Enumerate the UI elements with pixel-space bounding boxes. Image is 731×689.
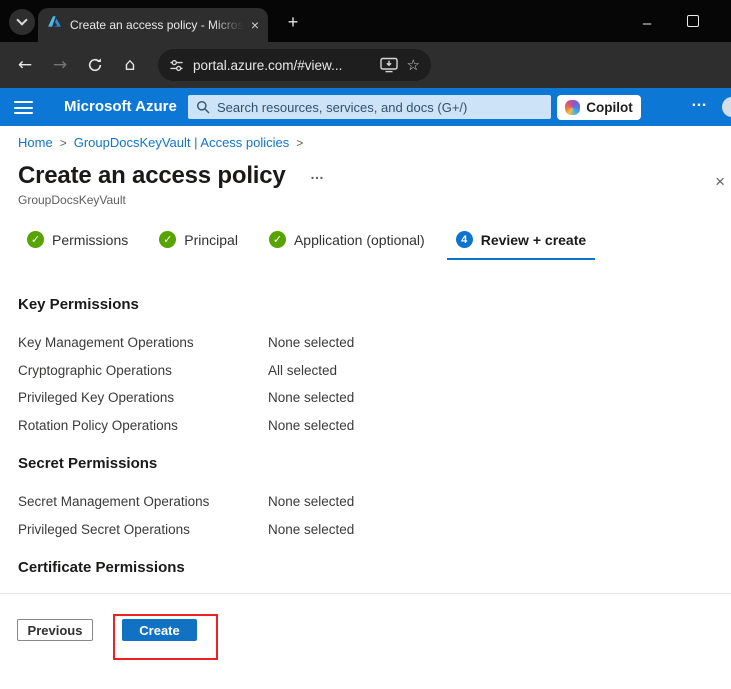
- refresh-icon: [87, 57, 103, 73]
- create-button[interactable]: Create: [122, 619, 197, 641]
- previous-button[interactable]: Previous: [17, 619, 93, 641]
- install-app-icon[interactable]: [380, 57, 398, 73]
- step-complete-icon: ✓: [159, 231, 176, 248]
- tab-permissions[interactable]: ✓ Permissions: [18, 231, 137, 260]
- copilot-button[interactable]: Copilot: [557, 95, 641, 120]
- table-row: Privileged Key Operations None selected: [0, 384, 731, 412]
- tab-review-create[interactable]: 4 Review + create: [447, 231, 595, 260]
- row-value: All selected: [268, 363, 337, 378]
- breadcrumb-home-link[interactable]: Home: [18, 135, 53, 150]
- tab-label: Review + create: [481, 232, 586, 248]
- step-complete-icon: ✓: [269, 231, 286, 248]
- refresh-button[interactable]: [83, 53, 107, 77]
- row-label: Privileged Key Operations: [18, 390, 268, 405]
- browser-tab-strip: Create an access policy - Micros × + –: [0, 0, 731, 42]
- wizard-footer: Previous Create: [17, 619, 731, 641]
- tab-principal[interactable]: ✓ Principal: [150, 231, 247, 260]
- azure-portal-header: Microsoft Azure Copilot …: [0, 88, 731, 126]
- home-button[interactable]: ⌂: [118, 53, 142, 77]
- section-heading-key-permissions: Key Permissions: [18, 296, 731, 313]
- chevron-down-icon: [16, 14, 27, 25]
- copilot-icon: [565, 100, 580, 115]
- table-row: Privileged Secret Operations None select…: [0, 516, 731, 544]
- row-label: Cryptographic Operations: [18, 363, 268, 378]
- table-row: Cryptographic Operations All selected: [0, 357, 731, 385]
- row-value: None selected: [268, 494, 354, 509]
- step-number-badge: 4: [456, 231, 473, 248]
- blade-content: Home > GroupDocsKeyVault | Access polici…: [0, 126, 731, 689]
- new-tab-button[interactable]: +: [280, 9, 306, 35]
- window-maximize-button[interactable]: [687, 15, 699, 27]
- step-complete-icon: ✓: [27, 231, 44, 248]
- row-label: Secret Management Operations: [18, 494, 268, 509]
- breadcrumb: Home > GroupDocsKeyVault | Access polici…: [0, 126, 731, 150]
- wizard-tabs: ✓ Permissions ✓ Principal ✓ Application …: [18, 231, 731, 260]
- back-button[interactable]: ←: [13, 53, 37, 77]
- blade-close-icon[interactable]: ×: [715, 172, 725, 192]
- tab-label: Principal: [184, 232, 238, 248]
- page-subtitle: GroupDocsKeyVault: [18, 193, 731, 207]
- secret-permissions-rows: Secret Management Operations None select…: [0, 488, 731, 543]
- title-context-menu-button[interactable]: …: [310, 166, 325, 182]
- tab-title: Create an access policy - Micros: [70, 18, 243, 32]
- row-label: Rotation Policy Operations: [18, 418, 268, 433]
- azure-favicon-icon: [47, 15, 62, 35]
- row-value: None selected: [268, 418, 354, 433]
- page-title: Create an access policy: [18, 162, 286, 189]
- hamburger-menu-icon[interactable]: [14, 101, 33, 118]
- tab-label: Permissions: [52, 232, 128, 248]
- search-input[interactable]: [217, 100, 543, 115]
- header-more-button[interactable]: …: [691, 93, 708, 111]
- row-label: Key Management Operations: [18, 335, 268, 350]
- key-permissions-rows: Key Management Operations None selected …: [0, 329, 731, 439]
- row-value: None selected: [268, 390, 354, 405]
- url-text: portal.azure.com/#view...: [193, 58, 371, 73]
- tab-label: Application (optional): [294, 232, 425, 248]
- forward-button[interactable]: →: [48, 53, 72, 77]
- window-minimize-button[interactable]: –: [637, 13, 657, 33]
- section-heading-secret-permissions: Secret Permissions: [18, 455, 731, 472]
- breadcrumb-separator: >: [60, 136, 67, 150]
- footer-divider: [0, 593, 731, 594]
- browser-toolbar: ← → ⌂ portal.azure.com/#view...: [0, 42, 731, 88]
- row-value: None selected: [268, 522, 354, 537]
- azure-search-box[interactable]: [188, 95, 551, 119]
- avatar[interactable]: [722, 97, 731, 117]
- table-row: Key Management Operations None selected: [0, 329, 731, 357]
- search-icon: [196, 100, 210, 114]
- tab-close-icon[interactable]: ×: [251, 18, 259, 32]
- azure-brand[interactable]: Microsoft Azure: [64, 98, 177, 115]
- section-heading-certificate-permissions: Certificate Permissions: [18, 559, 731, 576]
- tab-search-button[interactable]: [9, 9, 35, 35]
- table-row: Secret Management Operations None select…: [0, 488, 731, 516]
- breadcrumb-keyvault-link[interactable]: GroupDocsKeyVault | Access policies: [74, 135, 290, 150]
- row-value: None selected: [268, 335, 354, 350]
- site-permissions-icon[interactable]: [169, 58, 184, 73]
- copilot-label: Copilot: [586, 100, 633, 115]
- breadcrumb-separator: >: [296, 136, 303, 150]
- address-bar[interactable]: portal.azure.com/#view... ☆: [158, 49, 431, 81]
- row-label: Privileged Secret Operations: [18, 522, 268, 537]
- browser-tab[interactable]: Create an access policy - Micros ×: [38, 8, 268, 42]
- browser-window: Create an access policy - Micros × + – ←…: [0, 0, 731, 689]
- tab-application-optional[interactable]: ✓ Application (optional): [260, 231, 434, 260]
- bookmark-star-icon[interactable]: ☆: [407, 56, 420, 74]
- table-row: Rotation Policy Operations None selected: [0, 412, 731, 440]
